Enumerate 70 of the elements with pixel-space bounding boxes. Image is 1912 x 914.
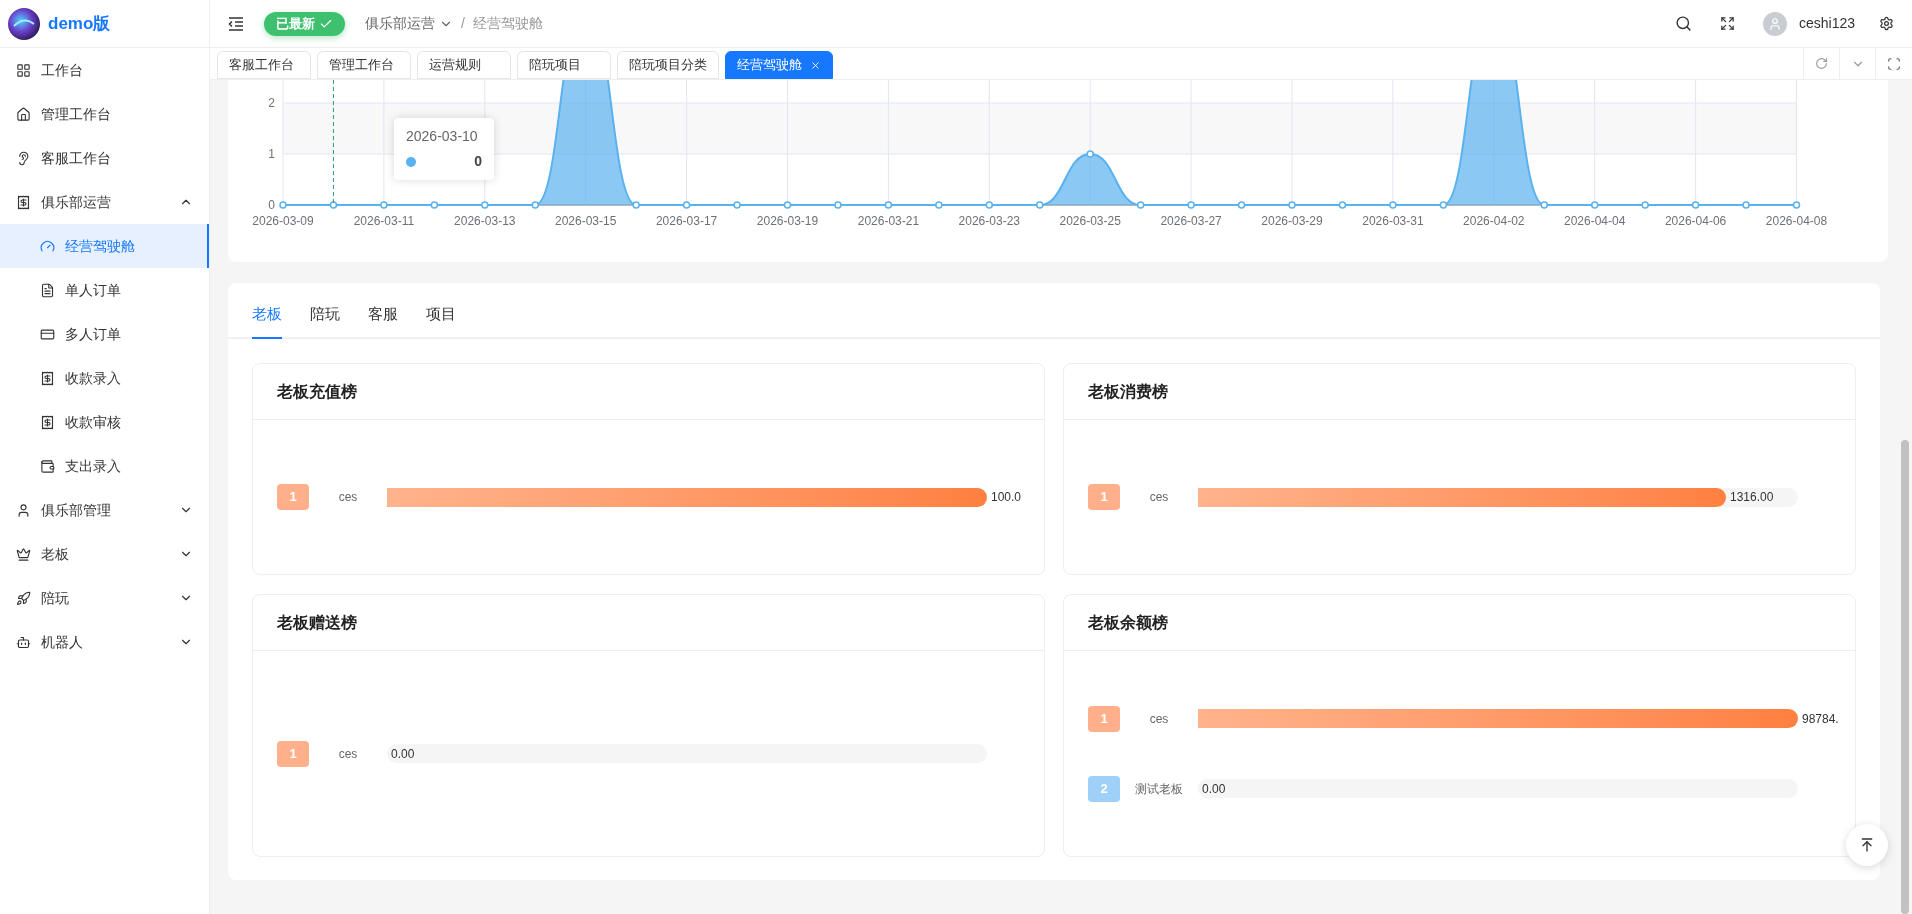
rank-value: 100.0 <box>991 489 1022 506</box>
rank-tab[interactable]: 项目 <box>426 302 456 339</box>
rank-tab[interactable]: 客服 <box>368 302 398 339</box>
brand-title: demo版 <box>48 12 111 35</box>
username[interactable]: ceshi123 <box>1798 13 1855 34</box>
breadcrumb-item: 经营驾驶舱 <box>472 14 543 33</box>
card-title: 老板消费榜 <box>1064 364 1855 420</box>
sidebar-item[interactable]: 收款审核 <box>0 400 209 444</box>
card-title: 老板充值榜 <box>253 364 1044 420</box>
rank-value: 98784. <box>1802 710 1839 728</box>
rank-badge: 1 <box>1088 484 1120 510</box>
sidebar-item[interactable]: 客服工作台 <box>0 136 209 180</box>
rank-value: 1316.00 <box>1730 489 1774 506</box>
x-axis-label: 2026-03-21 <box>857 214 920 228</box>
player-name: ces <box>337 745 359 763</box>
tooltip-value: 0 <box>474 152 482 171</box>
sidebar-item[interactable]: 老板 <box>0 532 209 576</box>
x-axis-label: 2026-03-11 <box>353 214 415 228</box>
page-tab[interactable]: 陪玩项目分类 <box>617 51 719 79</box>
player-name: ces <box>1148 489 1170 506</box>
sidebar-item[interactable]: 单人订单 <box>0 268 209 312</box>
rank-value: 0.00 <box>1202 780 1226 798</box>
sidebar-item[interactable]: 经营驾驶舱 <box>0 224 209 268</box>
card-title: 老板余额榜 <box>1064 595 1855 651</box>
x-axis-label: 2026-03-23 <box>958 214 1020 228</box>
x-axis-label: 2026-04-08 <box>1765 214 1828 228</box>
page-tab[interactable]: 经营驾驶舱 <box>725 51 833 79</box>
sidebar-item[interactable]: 收款录入 <box>0 356 209 400</box>
rank-badge: 2 <box>1088 775 1120 802</box>
x-axis-label: 2026-03-13 <box>454 214 516 228</box>
x-axis-label: 2026-04-02 <box>1463 214 1525 228</box>
x-axis-label: 2026-03-29 <box>1261 214 1323 228</box>
card-title: 老板赠送榜 <box>253 595 1044 651</box>
x-axis-label: 2026-03-09 <box>252 214 314 228</box>
page-tab[interactable]: 管理工作台 <box>317 51 411 79</box>
sidebar-item[interactable]: 管理工作台 <box>0 92 209 136</box>
page-tab[interactable]: 客服工作台 <box>217 51 311 79</box>
rank-badge: 1 <box>277 484 309 510</box>
sidebar-item[interactable]: 俱乐部管理 <box>0 488 209 532</box>
x-axis-label: 2026-03-17 <box>655 214 718 228</box>
y-axis-label: 1 <box>268 147 275 161</box>
rank-badge: 1 <box>1088 705 1120 732</box>
status-badge: 已最新 <box>264 11 345 36</box>
x-axis-label: 2026-04-04 <box>1564 214 1626 228</box>
rank-tab[interactable]: 老板 <box>252 302 282 339</box>
player-name: 测试老板 <box>1134 780 1184 798</box>
breadcrumb-item[interactable]: 俱乐部运营 <box>365 13 453 34</box>
x-axis-label: 2026-03-15 <box>555 214 617 228</box>
sidebar-item[interactable]: 机器人 <box>0 620 209 664</box>
rank-value: 0.00 <box>391 745 415 763</box>
rank-tab[interactable]: 陪玩 <box>310 302 340 339</box>
x-axis-label: 2026-03-27 <box>1160 214 1222 228</box>
page-tab[interactable]: 运营规则 <box>417 51 511 79</box>
sidebar-item[interactable]: 俱乐部运营 <box>0 180 209 224</box>
page-tab[interactable]: 陪玩项目 <box>517 51 611 79</box>
sidebar-item[interactable]: 多人订单 <box>0 312 209 356</box>
sidebar-item[interactable]: 工作台 <box>0 48 209 92</box>
x-axis-label: 2026-04-06 <box>1664 214 1727 228</box>
sidebar-item[interactable]: 陪玩 <box>0 576 209 620</box>
x-axis-label: 2026-03-31 <box>1362 214 1424 228</box>
x-axis-label: 2026-03-25 <box>1059 214 1121 228</box>
y-axis-label: 0 <box>268 198 275 212</box>
sidebar-item[interactable]: 支出录入 <box>0 444 209 488</box>
player-name: ces <box>337 489 359 506</box>
rank-badge: 1 <box>277 740 309 767</box>
player-name: ces <box>1148 710 1170 728</box>
tooltip-date: 2026-03-10 <box>406 127 479 146</box>
x-axis-label: 2026-03-19 <box>756 214 819 228</box>
y-axis-label: 2 <box>268 96 275 110</box>
breadcrumb-separator: / <box>461 14 465 33</box>
